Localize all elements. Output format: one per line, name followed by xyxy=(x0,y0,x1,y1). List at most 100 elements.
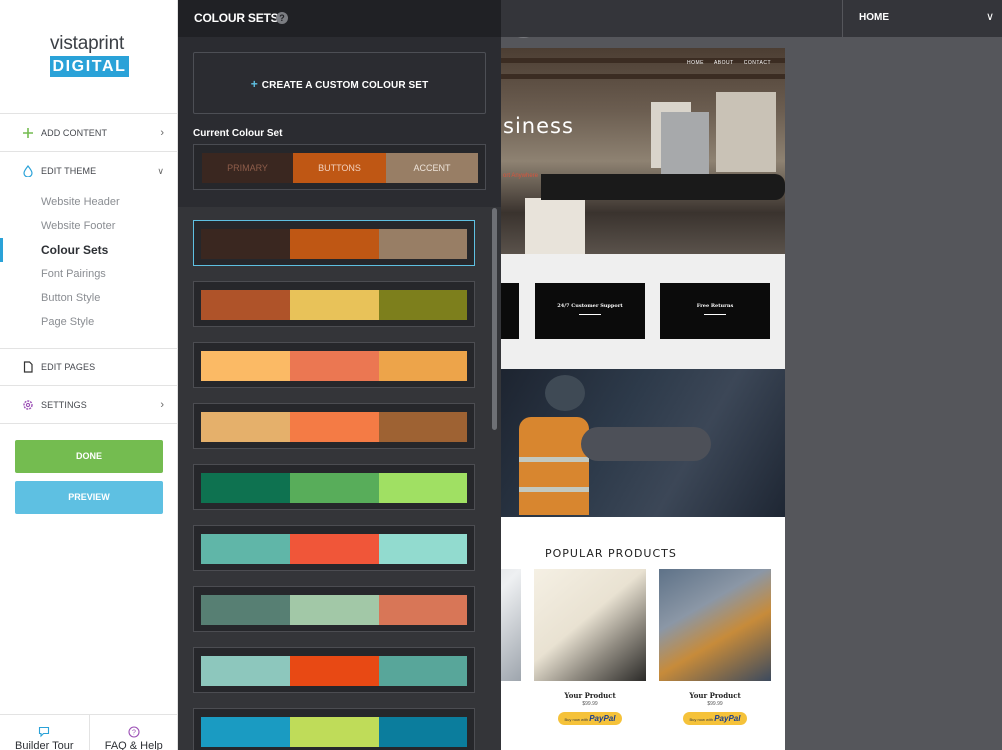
chevron-down-icon: ∨ xyxy=(985,11,994,23)
panel-top-section: + CREATE A CUSTOM COLOUR SET Current Colo… xyxy=(178,37,501,207)
vest-stripe xyxy=(519,487,589,492)
page-icon xyxy=(22,361,34,373)
settings-label: SETTINGS xyxy=(41,399,87,410)
feature-underline xyxy=(579,314,601,315)
create-custom-colour-set-button[interactable]: + CREATE A CUSTOM COLOUR SET xyxy=(193,52,486,114)
colour-sets-panel: COLOUR SETS ? + CREATE A CUSTOM COLOUR SE… xyxy=(178,0,501,750)
done-button[interactable]: DONE xyxy=(15,440,163,473)
worker-arm xyxy=(581,427,711,461)
paypal-text: Buy now with xyxy=(689,717,714,722)
colour-swatch xyxy=(201,534,290,564)
edit-theme-label: EDIT THEME xyxy=(41,166,97,176)
kitchen-counter xyxy=(541,174,785,200)
feature-box: 24/7 Customer Support xyxy=(535,283,645,339)
faq-help-button[interactable]: ? FAQ & Help xyxy=(90,715,179,750)
page-select-value: HOME xyxy=(859,12,889,23)
droplet-icon xyxy=(22,165,34,177)
add-content-label: ADD CONTENT xyxy=(41,127,108,138)
current-colour-set-label: Current Colour Set xyxy=(193,128,283,139)
colour-set-option[interactable] xyxy=(193,403,475,449)
site-nav-contact[interactable]: CONTACT xyxy=(744,60,771,66)
theme-item-website-footer[interactable]: Website Footer xyxy=(41,220,115,232)
hero-image: HOME ABOUT CONTACT siness ort Anywhere xyxy=(501,48,785,254)
colour-set-option[interactable] xyxy=(193,281,475,327)
feature-underline xyxy=(704,314,726,315)
colour-swatch xyxy=(201,717,290,747)
chevron-down-icon: ∨ xyxy=(157,165,164,176)
colour-swatch xyxy=(201,656,290,686)
colour-swatch xyxy=(290,595,379,625)
product-image[interactable] xyxy=(534,569,646,681)
site-nav: HOME ABOUT CONTACT xyxy=(687,60,771,66)
feature-title: 24/7 Customer Support xyxy=(557,303,623,309)
vistaprint-logo: vistaprint DIGITAL xyxy=(0,0,178,114)
website-preview: HOME ABOUT CONTACT siness ort Anywhere 2… xyxy=(501,48,785,750)
paypal-button[interactable]: Buy now with PayPal xyxy=(558,712,622,725)
colour-swatch xyxy=(201,595,290,625)
plus-icon xyxy=(22,127,34,139)
gear-icon xyxy=(22,399,34,411)
current-colour-primary[interactable]: PRIMARY xyxy=(202,153,293,183)
colour-swatch xyxy=(201,290,290,320)
colour-set-option[interactable] xyxy=(193,464,475,510)
colour-set-option[interactable] xyxy=(193,708,475,750)
hero-title: siness xyxy=(503,114,574,138)
colour-swatch xyxy=(379,229,467,259)
chevron-right-icon: › xyxy=(160,126,164,139)
colour-swatch xyxy=(201,351,290,381)
panel-scrollbar[interactable] xyxy=(492,208,497,430)
colour-swatch xyxy=(379,351,467,381)
site-nav-about[interactable]: ABOUT xyxy=(714,60,734,66)
feature-box: Free Returns xyxy=(660,283,770,339)
products-section: Popular Products Your Product $99.99 Buy… xyxy=(501,517,785,750)
logo-digital-badge: DIGITAL xyxy=(50,56,129,77)
colour-swatch xyxy=(201,473,290,503)
colour-swatch xyxy=(379,595,467,625)
chevron-right-icon: › xyxy=(160,398,164,411)
current-colour-buttons[interactable]: BUTTONS xyxy=(293,153,386,183)
logo-wordmark: vistaprint xyxy=(50,33,125,54)
safety-vest xyxy=(519,417,589,515)
edit-pages-nav[interactable]: EDIT PAGES xyxy=(0,348,178,386)
product-image[interactable] xyxy=(659,569,771,681)
add-content-nav[interactable]: ADD CONTENT › xyxy=(0,114,178,152)
colour-swatch xyxy=(379,717,467,747)
active-indicator xyxy=(0,238,3,262)
colour-swatch xyxy=(379,412,467,442)
create-custom-colour-set-label: CREATE A CUSTOM COLOUR SET xyxy=(261,80,429,91)
products-title: Popular Products xyxy=(545,547,677,560)
theme-item-font-pairings[interactable]: Font Pairings xyxy=(41,268,106,280)
colour-set-option[interactable] xyxy=(193,525,475,571)
paypal-logo: PayPal xyxy=(714,714,741,723)
preview-button[interactable]: PREVIEW xyxy=(15,481,163,514)
settings-nav[interactable]: SETTINGS › xyxy=(0,386,178,424)
chat-bubble-icon xyxy=(38,725,50,738)
colour-set-option[interactable] xyxy=(193,342,475,388)
colour-set-option[interactable] xyxy=(193,647,475,693)
help-icon[interactable]: ? xyxy=(276,12,288,24)
sidebar-footer: Builder Tour ? FAQ & Help xyxy=(0,714,178,750)
builder-tour-label: Builder Tour xyxy=(15,740,74,750)
site-nav-home[interactable]: HOME xyxy=(687,60,704,66)
theme-item-colour-sets[interactable]: Colour Sets xyxy=(41,243,108,257)
edit-pages-label: EDIT PAGES xyxy=(41,362,96,372)
page-select-dropdown[interactable]: HOME ∨ xyxy=(842,0,1002,37)
features-section: 24/7 Customer Support Free Returns xyxy=(501,254,785,369)
colour-set-option[interactable] xyxy=(193,586,475,632)
product-name: Your Product xyxy=(689,691,741,700)
colour-set-option[interactable] xyxy=(193,220,475,266)
paypal-logo: PayPal xyxy=(589,714,616,723)
product-price: $99.99 xyxy=(582,701,598,707)
builder-tour-button[interactable]: Builder Tour xyxy=(0,715,90,750)
edit-theme-nav[interactable]: EDIT THEME ∨ xyxy=(0,152,178,190)
theme-item-button-style[interactable]: Button Style xyxy=(41,292,100,304)
colour-set-list xyxy=(178,207,501,750)
ceiling-beam xyxy=(501,74,785,79)
paypal-button[interactable]: Buy now with PayPal xyxy=(683,712,747,725)
theme-item-page-style[interactable]: Page Style xyxy=(41,316,94,328)
colour-swatch xyxy=(290,717,379,747)
theme-item-website-header[interactable]: Website Header xyxy=(41,196,120,208)
current-colour-accent[interactable]: ACCENT xyxy=(386,153,478,183)
colour-swatch xyxy=(201,229,290,259)
current-colour-set: PRIMARY BUTTONS ACCENT xyxy=(193,144,486,190)
